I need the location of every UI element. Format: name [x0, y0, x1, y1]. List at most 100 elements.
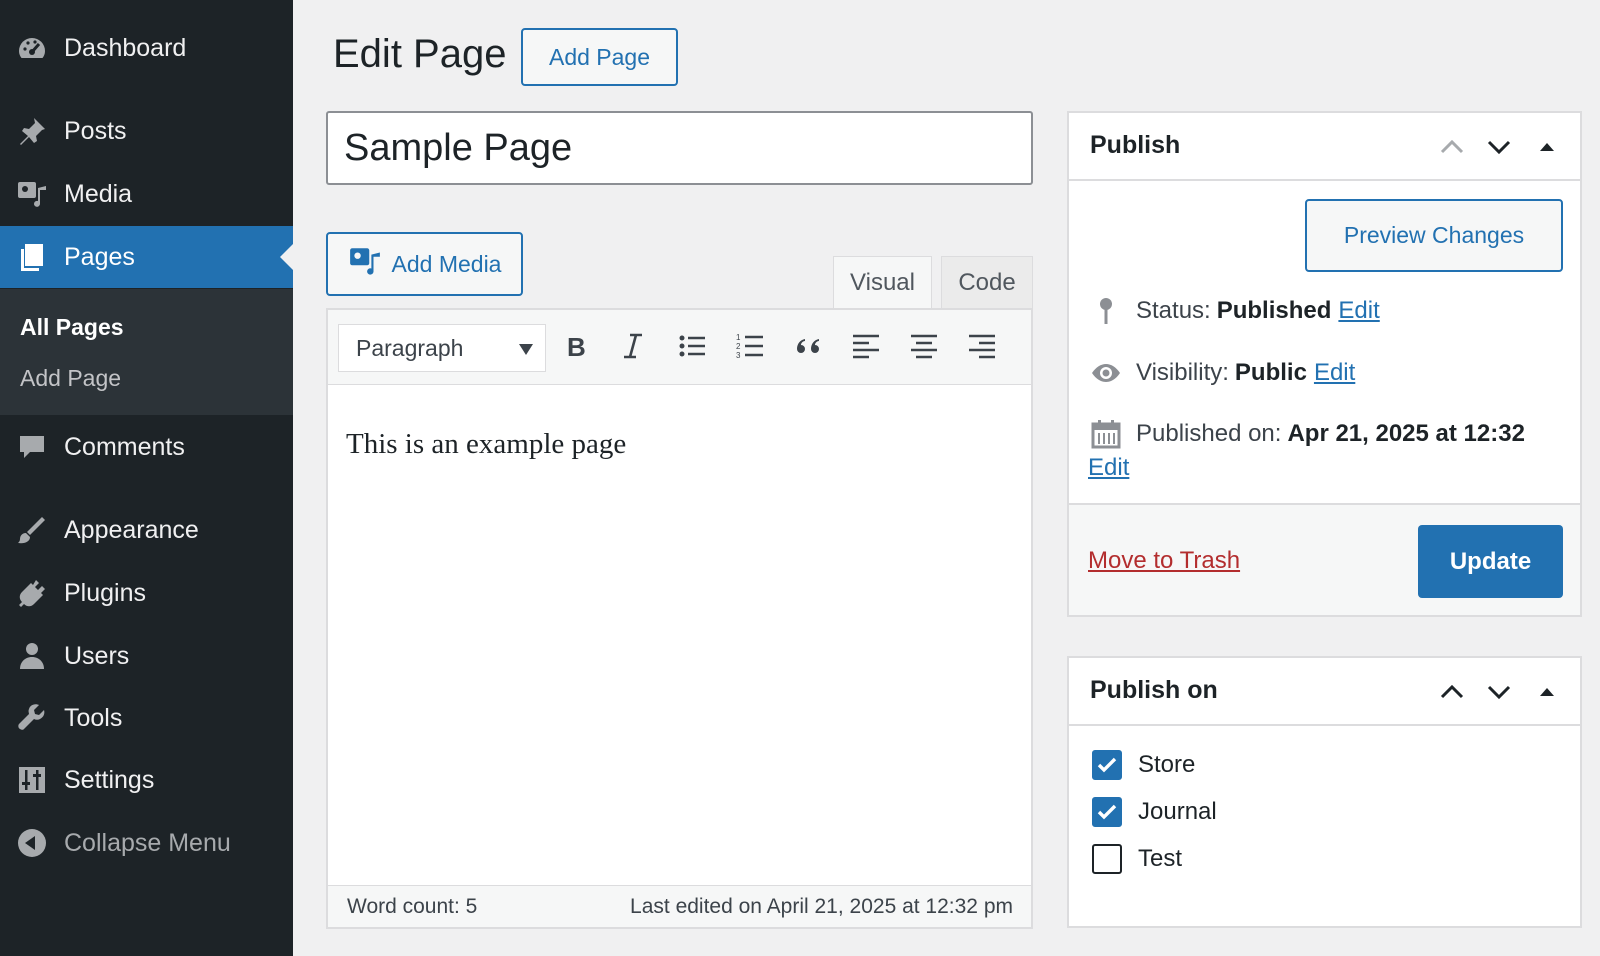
- editor-status-bar: Word count: 5 Last edited on April 21, 2…: [328, 885, 1031, 927]
- chevron-up-icon[interactable]: [1437, 677, 1467, 707]
- bullet-list-button[interactable]: [672, 328, 712, 368]
- option-label: Test: [1138, 845, 1183, 872]
- plugin-icon: [0, 562, 64, 624]
- sidebar-item-media[interactable]: Media: [0, 163, 293, 225]
- post-title-input[interactable]: [326, 111, 1033, 185]
- collapse-icon: [0, 812, 64, 874]
- italic-icon: [618, 331, 648, 366]
- sidebar-item-label: Plugins: [64, 578, 146, 607]
- add-page-button[interactable]: Add Page: [521, 28, 678, 86]
- user-icon: [0, 625, 64, 687]
- checkbox-checked[interactable]: [1092, 750, 1122, 780]
- dashboard-icon: [0, 17, 64, 79]
- sidebar-item-label: Media: [64, 179, 133, 208]
- svg-text:2: 2: [736, 342, 741, 351]
- publish-panel: Publish Preview Changes Status: Publishe…: [1067, 111, 1582, 617]
- update-button[interactable]: Update: [1418, 525, 1563, 598]
- align-left-icon: [851, 331, 881, 366]
- checkbox-checked[interactable]: [1092, 797, 1122, 827]
- wrench-icon: [0, 687, 64, 749]
- publish-actions: Move to Trash Update: [1069, 503, 1580, 615]
- collapse-menu-label: Collapse Menu: [64, 828, 231, 857]
- sidebar-item-label: Users: [64, 641, 130, 670]
- chevron-down-icon: [519, 344, 533, 355]
- chevron-up-icon[interactable]: [1437, 132, 1467, 162]
- publish-on-option-journal[interactable]: Journal: [1092, 797, 1217, 827]
- align-right-button[interactable]: [962, 328, 1002, 368]
- chevron-down-icon[interactable]: [1484, 132, 1514, 162]
- tab-code[interactable]: Code: [941, 256, 1033, 309]
- sidebar-item-appearance[interactable]: Appearance: [0, 499, 293, 561]
- sidebar-item-pages[interactable]: Pages: [0, 226, 293, 288]
- settings-icon: [0, 749, 64, 811]
- pages-submenu: All Pages Add Page: [0, 289, 293, 415]
- format-select-value: Paragraph: [356, 334, 464, 361]
- brush-icon: [0, 499, 64, 561]
- align-center-button[interactable]: [904, 328, 944, 368]
- published-on-row: Published on: Apr 21, 2025 at 12:32: [1088, 416, 1525, 452]
- editor-content[interactable]: This is an example page: [346, 428, 626, 461]
- collapse-menu-button[interactable]: Collapse Menu: [0, 812, 293, 874]
- edit-status-link[interactable]: Edit: [1338, 297, 1379, 325]
- edit-visibility-link[interactable]: Edit: [1314, 359, 1355, 387]
- publish-on-option-store[interactable]: Store: [1092, 750, 1195, 780]
- toggle-panel-icon[interactable]: [1532, 677, 1562, 707]
- sidebar-item-label: Pages: [64, 242, 135, 271]
- toggle-panel-icon[interactable]: [1532, 132, 1562, 162]
- sidebar-item-plugins[interactable]: Plugins: [0, 562, 293, 624]
- media-icon: [348, 244, 382, 284]
- blockquote-button[interactable]: [788, 328, 828, 368]
- add-media-label: Add Media: [391, 250, 502, 277]
- checkbox-unchecked[interactable]: [1092, 844, 1122, 874]
- preview-changes-button[interactable]: Preview Changes: [1305, 199, 1563, 272]
- bold-button[interactable]: B: [555, 328, 595, 368]
- panel-title: Publish on: [1090, 676, 1218, 704]
- sidebar-item-dashboard[interactable]: Dashboard: [0, 17, 293, 79]
- admin-sidebar: Dashboard Posts Media Pages All Pages Ad…: [0, 0, 293, 956]
- sidebar-item-users[interactable]: Users: [0, 625, 293, 687]
- published-on-value: Apr 21, 2025 at 12:32: [1287, 420, 1525, 447]
- svg-text:B: B: [567, 332, 586, 361]
- status-value: Published: [1216, 297, 1332, 324]
- align-left-button[interactable]: [846, 328, 886, 368]
- visibility-row: Visibility: Public Edit: [1088, 355, 1355, 391]
- numbered-list-button[interactable]: 123: [730, 328, 770, 368]
- status-label: Status:: [1136, 297, 1211, 324]
- italic-button[interactable]: [613, 328, 653, 368]
- publish-on-panel: Publish on Store Journal Test: [1067, 656, 1582, 928]
- sidebar-item-label: Appearance: [64, 515, 199, 544]
- visibility-label: Visibility:: [1136, 359, 1229, 386]
- pin-icon: [0, 100, 64, 162]
- sidebar-item-label: Tools: [64, 703, 123, 732]
- pages-icon: [0, 226, 64, 288]
- editor-toolbar: Paragraph B 123: [328, 310, 1031, 385]
- sidebar-item-posts[interactable]: Posts: [0, 100, 293, 162]
- eye-icon: [1088, 355, 1124, 391]
- option-label: Journal: [1138, 798, 1217, 825]
- add-media-button[interactable]: Add Media: [326, 232, 523, 296]
- sidebar-item-settings[interactable]: Settings: [0, 749, 293, 811]
- visibility-value: Public: [1234, 359, 1307, 386]
- sidebar-item-label: Comments: [64, 432, 185, 461]
- align-center-icon: [909, 331, 939, 366]
- panel-header: Publish: [1069, 113, 1580, 181]
- last-edited: Last edited on April 21, 2025 at 12:32 p…: [630, 895, 1013, 918]
- edit-date-link[interactable]: Edit: [1088, 454, 1129, 482]
- chevron-down-icon[interactable]: [1484, 677, 1514, 707]
- panel-header: Publish on: [1069, 658, 1580, 726]
- sidebar-item-label: Posts: [64, 116, 127, 145]
- sidebar-item-comments[interactable]: Comments: [0, 416, 293, 478]
- bullet-list-icon: [677, 331, 707, 366]
- numbered-list-icon: 123: [735, 331, 765, 366]
- format-select[interactable]: Paragraph: [338, 324, 546, 372]
- svg-text:3: 3: [736, 351, 741, 360]
- move-to-trash-link[interactable]: Move to Trash: [1088, 547, 1240, 575]
- word-count: Word count: 5: [347, 895, 478, 918]
- calendar-icon: [1088, 416, 1124, 452]
- tab-visual[interactable]: Visual: [833, 256, 932, 309]
- media-icon: [0, 163, 64, 225]
- submenu-item-all-pages[interactable]: All Pages: [20, 314, 124, 341]
- sidebar-item-tools[interactable]: Tools: [0, 687, 293, 749]
- publish-on-option-test[interactable]: Test: [1092, 844, 1182, 874]
- submenu-item-add-page[interactable]: Add Page: [20, 365, 121, 392]
